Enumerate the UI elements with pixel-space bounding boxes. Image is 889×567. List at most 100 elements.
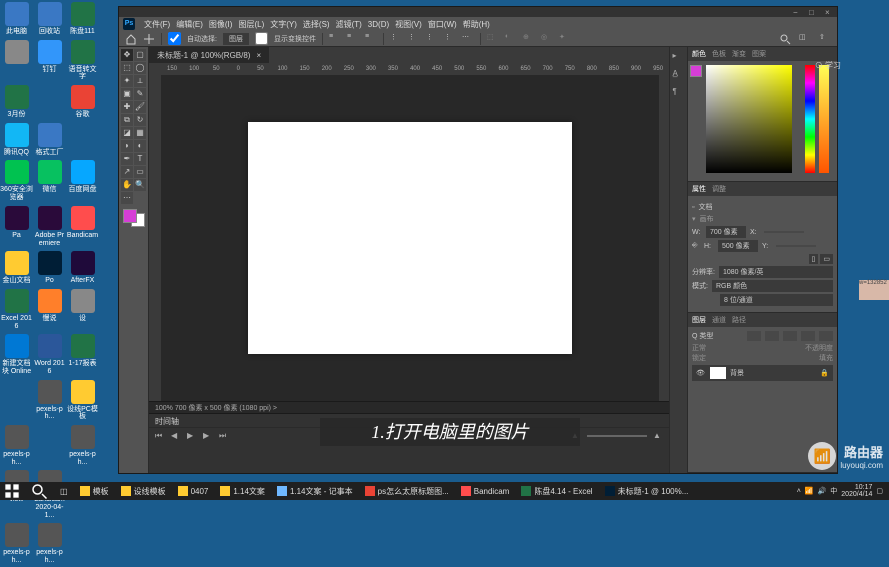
menu-item[interactable]: 文件(F) <box>141 20 173 29</box>
desktop-icon[interactable]: 钉钉 <box>33 40 66 74</box>
more-icon[interactable]: ⋯ <box>462 33 474 45</box>
distribute-icon[interactable]: ⋮ <box>444 33 456 45</box>
align-left-icon[interactable]: ≡ <box>329 33 341 45</box>
swatches-tab[interactable]: 色板 <box>712 49 726 59</box>
desktop-icon[interactable]: Excel 2016 <box>0 289 33 330</box>
more-tools[interactable]: ⋯ <box>121 192 133 204</box>
shape-tool[interactable]: ▭ <box>134 166 146 178</box>
desktop-icon[interactable]: 360安全浏览器 <box>0 160 33 201</box>
res-value[interactable]: 1080 像素/英 <box>719 266 833 278</box>
artboard-tool[interactable]: ▢ <box>134 49 146 61</box>
orientation-landscape-icon[interactable]: ▭ <box>820 254 833 264</box>
desktop-icon[interactable]: 新建文档块 Online <box>0 334 33 375</box>
tab-close-icon[interactable]: × <box>256 51 261 60</box>
brush-tool[interactable]: 🖌 <box>134 101 146 113</box>
search-button[interactable] <box>24 482 54 500</box>
taskbar-item[interactable]: 陈盘4.14 - Excel <box>515 482 598 500</box>
menu-item[interactable]: 编辑(E) <box>173 20 206 29</box>
patterns-tab[interactable]: 图案 <box>752 49 766 59</box>
document-tab[interactable]: 未标题-1 @ 100%(RGB/8) × <box>149 47 269 63</box>
desktop-icon[interactable]: 格式工厂 <box>33 123 66 157</box>
color-tab[interactable]: 颜色 <box>692 49 706 59</box>
adjustments-tab[interactable]: 调整 <box>712 184 726 194</box>
desktop-icon[interactable]: 1-17报表 <box>66 334 99 368</box>
taskbar-item[interactable]: 未标题-1 @ 100%... <box>599 482 695 500</box>
scrollbar-vertical[interactable] <box>659 75 669 401</box>
tray-up-icon[interactable]: ˄ <box>797 488 801 495</box>
blur-tool[interactable]: ◗ <box>121 140 133 152</box>
bits-value[interactable]: 8 位/通道 <box>720 294 833 306</box>
menu-item[interactable]: 帮助(H) <box>460 20 493 29</box>
desktop-icon[interactable]: 此电脑 <box>0 2 33 36</box>
3d-mode-icon[interactable]: ⬚ <box>487 33 499 45</box>
clone-tool[interactable]: ⧉ <box>121 114 133 126</box>
paragraph-panel-icon[interactable]: ¶ <box>673 87 685 99</box>
dodge-tool[interactable]: ◐ <box>134 140 146 152</box>
path-tool[interactable]: ↗ <box>121 166 133 178</box>
pen-tool[interactable]: ✒ <box>121 153 133 165</box>
desktop-icon[interactable]: 腾讯QQ <box>0 123 33 157</box>
desktop-icon[interactable] <box>66 123 99 149</box>
crop-tool[interactable]: ⟂ <box>134 75 146 87</box>
layer-filter-icon[interactable] <box>783 331 797 341</box>
layer-filter-icon[interactable] <box>819 331 833 341</box>
canvas[interactable] <box>248 122 572 354</box>
auto-select-mode[interactable]: 图层 <box>223 33 249 45</box>
paths-tab[interactable]: 路径 <box>732 315 746 325</box>
lock-icon[interactable]: 🔒 <box>820 369 829 377</box>
desktop-icon[interactable]: Word 2016 <box>33 334 66 375</box>
brightness-slider[interactable] <box>819 65 829 173</box>
magic-wand-tool[interactable]: ✦ <box>121 75 133 87</box>
desktop-icon[interactable]: pexels-ph... <box>0 425 33 466</box>
eyedropper-tool[interactable]: ✎ <box>134 88 146 100</box>
layer-row[interactable]: 👁 背景 🔒 <box>692 365 833 381</box>
menu-item[interactable]: 视图(V) <box>392 20 425 29</box>
menu-item[interactable]: 窗口(W) <box>425 20 460 29</box>
3d-mode-icon[interactable]: ⊕ <box>523 33 535 45</box>
taskbar-item[interactable]: ps怎么太原标题图... <box>359 482 455 500</box>
blend-mode[interactable]: 正常 <box>692 343 801 353</box>
3d-mode-icon[interactable]: ◎ <box>541 33 553 45</box>
taskbar-item[interactable]: 0407 <box>172 482 215 500</box>
menu-item[interactable]: 滤镜(T) <box>333 20 365 29</box>
eraser-tool[interactable]: ◪ <box>121 127 133 139</box>
desktop-icon[interactable]: 谷歌 <box>66 85 99 119</box>
orientation-portrait-icon[interactable]: ▯ <box>809 254 819 264</box>
workspace-icon[interactable]: ◫ <box>799 33 811 45</box>
canvas-workspace[interactable] <box>161 75 659 401</box>
timeline-first-icon[interactable]: ⏮ <box>155 431 165 441</box>
distribute-icon[interactable]: ⋮ <box>390 33 402 45</box>
lasso-tool[interactable]: ◯ <box>134 62 146 74</box>
desktop-icon[interactable] <box>33 85 66 111</box>
y-value[interactable] <box>776 245 816 247</box>
distribute-icon[interactable]: ⋮ <box>426 33 438 45</box>
minimize-button[interactable]: − <box>793 8 801 16</box>
start-button[interactable] <box>4 483 20 499</box>
home-icon[interactable] <box>125 33 137 45</box>
color-field[interactable] <box>706 65 792 173</box>
close-button[interactable]: × <box>825 8 833 16</box>
desktop-icon[interactable]: AfterFX <box>66 251 99 285</box>
desktop-icon[interactable]: 语音转文字 <box>66 40 99 81</box>
menu-item[interactable]: 选择(S) <box>300 20 333 29</box>
history-brush-tool[interactable]: ↻ <box>134 114 146 126</box>
menu-item[interactable]: 图层(L) <box>235 20 267 29</box>
desktop-icon[interactable]: 百度网盘 <box>66 160 99 194</box>
share-icon[interactable]: ⇧ <box>819 33 831 45</box>
learn-button[interactable]: ⊙ 学习 <box>815 60 841 71</box>
desktop-icon[interactable]: pexels-ph... <box>66 425 99 466</box>
frame-tool[interactable]: ▣ <box>121 88 133 100</box>
visibility-icon[interactable]: 👁 <box>696 369 706 377</box>
3d-mode-icon[interactable]: ◐ <box>505 33 517 45</box>
show-transform-checkbox[interactable] <box>255 32 268 45</box>
timeline-zoom-in-icon[interactable]: ▲ <box>653 431 663 441</box>
desktop-icon[interactable]: 慢说 <box>33 289 66 323</box>
taskbar-item[interactable]: 1.14文案 - 记事本 <box>271 482 359 500</box>
timeline-last-icon[interactable]: ⏭ <box>219 431 229 441</box>
search-icon[interactable] <box>779 33 791 45</box>
layer-filter-icon[interactable] <box>801 331 815 341</box>
3d-mode-icon[interactable]: ✦ <box>559 33 571 45</box>
char-panel-icon[interactable]: A̲ <box>673 69 685 81</box>
mode-value[interactable]: RGB 颜色 <box>712 280 833 292</box>
align-center-icon[interactable]: ≡ <box>347 33 359 45</box>
